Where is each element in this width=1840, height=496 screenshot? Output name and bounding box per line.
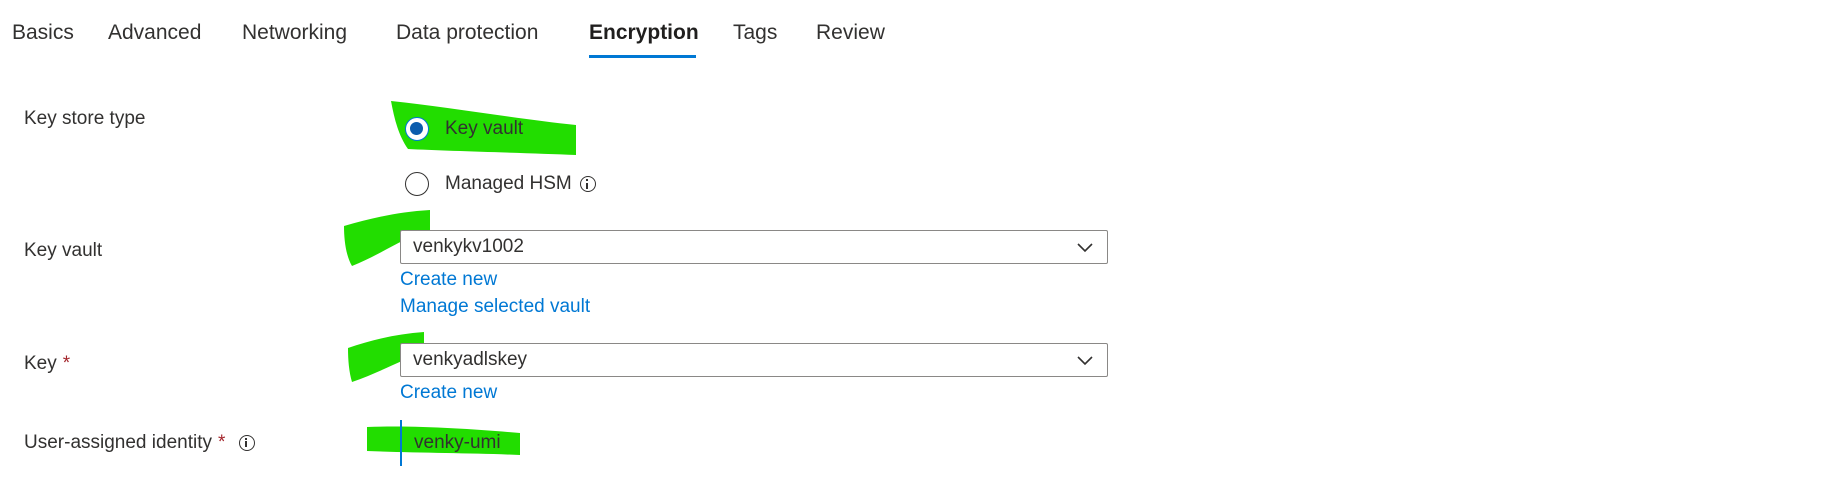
chevron-down-icon: [1077, 356, 1093, 366]
required-marker: *: [217, 432, 226, 453]
chevron-down-icon: [1077, 243, 1093, 253]
key-label-text: Key: [24, 353, 57, 374]
radio-button-unchecked[interactable]: [405, 172, 429, 196]
radio-managed-hsm-label: Managed HSM: [445, 173, 572, 194]
tab-tags[interactable]: Tags: [733, 20, 777, 46]
info-icon[interactable]: [238, 434, 255, 451]
key-value: venkyadlskey: [413, 349, 528, 370]
key-vault-label: Key vault: [24, 240, 103, 261]
key-vault-value: venkykv1002: [413, 236, 524, 257]
user-assigned-identity-field[interactable]: venky-umi: [400, 420, 662, 466]
key-label: Key *: [24, 353, 70, 375]
radio-managed-hsm[interactable]: Managed HSM: [405, 172, 596, 196]
tab-encryption[interactable]: Encryption: [589, 20, 699, 46]
tab-data-protection[interactable]: Data protection: [396, 20, 538, 46]
user-assigned-identity-label: User-assigned identity *: [24, 432, 255, 454]
info-icon[interactable]: [579, 176, 596, 192]
key-store-type-label: Key store type: [24, 108, 146, 129]
key-create-new-link[interactable]: Create new: [400, 382, 497, 404]
key-vault-create-new-link[interactable]: Create new: [400, 269, 497, 291]
manage-selected-vault-link[interactable]: Manage selected vault: [400, 296, 590, 318]
tab-bar: Basics Advanced Networking Data protecti…: [0, 0, 1000, 60]
active-tab-indicator: [589, 55, 696, 58]
identity-label-text: User-assigned identity: [24, 432, 212, 453]
tab-advanced[interactable]: Advanced: [108, 20, 201, 46]
radio-button-checked[interactable]: [405, 117, 429, 141]
key-dropdown[interactable]: venkyadlskey: [400, 343, 1108, 377]
required-marker: *: [62, 353, 71, 374]
tab-basics[interactable]: Basics: [12, 20, 74, 46]
tab-review[interactable]: Review: [816, 20, 885, 46]
radio-key-vault[interactable]: Key vault: [405, 117, 523, 141]
identity-value: venky-umi: [414, 432, 501, 453]
radio-key-vault-label: Key vault: [445, 118, 524, 139]
tab-networking[interactable]: Networking: [242, 20, 347, 46]
key-vault-dropdown[interactable]: venkykv1002: [400, 230, 1108, 264]
